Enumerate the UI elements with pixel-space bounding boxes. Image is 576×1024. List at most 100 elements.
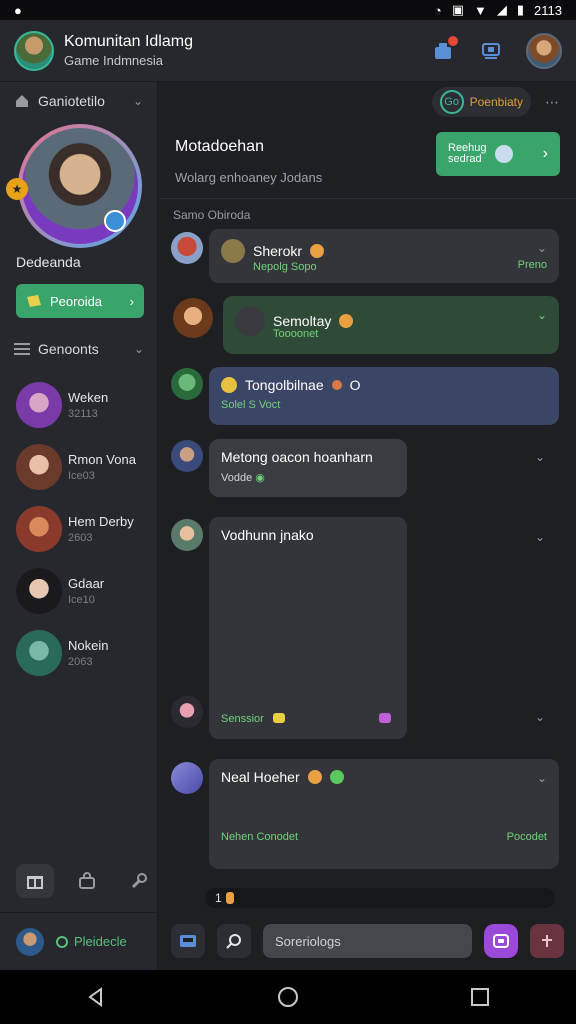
status-left-icon: ● <box>14 2 22 18</box>
camera-icon <box>493 934 509 948</box>
user-avatar[interactable] <box>526 32 562 69</box>
conversation-toolbar: Go Poenbiaty ⋯ <box>159 82 576 122</box>
message-avatar[interactable] <box>171 368 203 400</box>
search-icon <box>226 934 241 949</box>
messages-section-label: Samo Obiroda <box>173 208 251 222</box>
chevron-down-icon: ⌄ <box>535 450 546 464</box>
message-title: Semoltay <box>273 313 332 329</box>
server-selector[interactable]: Ganiotetilo ⌄ <box>0 82 157 120</box>
chevron-right-icon: › <box>542 145 548 162</box>
ticket-icon <box>27 295 41 307</box>
coin-icon: ◉ <box>255 472 265 484</box>
app-header: Komunitan Idlamg Game Indmnesia <box>0 20 576 82</box>
message-input[interactable]: Soreriologs <box>263 924 472 958</box>
contact-item[interactable]: Hem Derby 2603 <box>0 498 158 560</box>
message-bubble[interactable]: Sherokr Nepolg Sopo ⌄ Preno <box>209 229 559 283</box>
back-icon[interactable] <box>85 986 107 1008</box>
message-bubble[interactable]: Tongolbilnae O Solel S Voct <box>209 367 559 425</box>
contact-meta: 2063 <box>68 656 93 668</box>
cta-button[interactable]: Reehug sedrad › <box>436 132 560 176</box>
emoji-icon <box>221 377 237 393</box>
more-icon[interactable]: ⋯ <box>545 94 560 111</box>
composer: 1 Soreriologs <box>159 888 576 970</box>
image-icon <box>180 935 196 947</box>
draft-strip[interactable]: 1 <box>205 888 555 908</box>
contact-avatar <box>16 444 62 490</box>
home-icon[interactable] <box>277 986 299 1008</box>
search-button[interactable] <box>217 924 251 958</box>
sidebar-action-button[interactable]: Peoroida › <box>16 284 144 318</box>
sidebar-tools <box>16 864 158 898</box>
sender-mini-avatar <box>221 239 245 263</box>
message-subtext: Nepolg Sopo <box>253 261 317 273</box>
profile-name: Dedeanda <box>16 254 81 270</box>
contact-item[interactable]: Nokein 2063 <box>0 622 158 684</box>
message-title-suffix: O <box>349 377 361 393</box>
home-icon <box>16 95 28 107</box>
cast-button[interactable] <box>478 38 504 64</box>
store-button[interactable] <box>68 864 106 898</box>
contact-item[interactable]: Weken 32113 <box>0 374 158 436</box>
sidebar-footer[interactable]: Pleidecle <box>0 912 158 970</box>
message-bubble[interactable]: Semoltay Toooonet ⌄ <box>223 296 559 354</box>
battery-icon: ▮ <box>516 2 525 17</box>
notifications-button[interactable] <box>430 35 458 64</box>
nfc-icon: ▣ <box>451 2 464 17</box>
emoji-icon <box>379 713 391 723</box>
game-icon: Go <box>439 90 464 114</box>
contact-avatar <box>16 630 62 676</box>
community-avatar[interactable] <box>14 30 54 71</box>
wifi-icon: ▼ <box>474 2 487 18</box>
contacts-section-header[interactable]: Genoonts ⌄ <box>0 330 158 368</box>
message-avatar[interactable] <box>171 762 203 794</box>
top-pill-button[interactable]: Go Poenbiaty <box>431 87 531 117</box>
contact-avatar <box>16 506 62 552</box>
contact-item[interactable]: Gdaar Ice10 <box>0 560 158 622</box>
message-avatar[interactable] <box>171 232 203 264</box>
message-avatar[interactable] <box>171 440 203 472</box>
signal-icon: ◢ <box>496 2 507 17</box>
message-bubble[interactable]: Neal Hoeher Nehen Conodet ⌄ Pocodet <box>209 759 559 869</box>
conversation-title: Motadoehan <box>175 138 264 155</box>
gift-button[interactable] <box>16 864 54 898</box>
message-bubble[interactable]: Metong oacon hoanharn Vodde ◉ <box>209 439 407 497</box>
chevron-down-icon: ⌄ <box>133 342 144 356</box>
contact-name: Gdaar <box>68 576 105 591</box>
divider <box>159 198 576 199</box>
footer-avatar <box>16 927 44 956</box>
conversation-subtitle: Wolarg enhoaney Jodans <box>175 170 323 185</box>
top-pill-label: Poenbiaty <box>469 95 523 109</box>
message-bubble[interactable]: Vodhunn jnako Senssior <box>209 517 407 739</box>
profile-avatar-large[interactable] <box>18 124 142 248</box>
message-avatar[interactable] <box>171 696 203 728</box>
message-avatar[interactable] <box>173 298 213 338</box>
contact-item[interactable]: Rmon Vona Ice03 <box>0 436 158 498</box>
image-button[interactable] <box>171 924 205 958</box>
contact-avatar <box>16 568 62 614</box>
server-label: Ganiotetilo <box>38 93 105 109</box>
message-subtext: Nehen Conodet <box>221 831 299 843</box>
send-button[interactable] <box>530 924 564 958</box>
settings-button[interactable] <box>120 864 158 898</box>
verified-badge-icon <box>104 210 126 232</box>
contact-name: Hem Derby <box>68 514 134 529</box>
emoji-icon <box>225 892 234 904</box>
message-avatar[interactable] <box>171 519 203 551</box>
sender-mini-avatar <box>235 306 265 336</box>
emoji-icon <box>310 244 325 258</box>
gift-icon <box>27 876 43 889</box>
clock: 2113 <box>534 2 562 18</box>
contact-name: Weken <box>68 390 109 405</box>
wrench-icon <box>131 873 147 889</box>
community-subtitle: Game Indmnesia <box>64 53 163 68</box>
camera-button[interactable] <box>484 924 518 958</box>
chevron-down-icon: ⌄ <box>536 241 547 255</box>
cta-label: Reehug sedrad <box>448 142 487 165</box>
conversation-panel: Go Poenbiaty ⋯ Motadoehan Wolarg enhoane… <box>159 82 576 970</box>
emoji-icon <box>329 770 344 784</box>
emoji-icon <box>307 770 322 784</box>
message-subtext: Solel S Voct <box>221 399 281 411</box>
chevron-down-icon: ⌄ <box>536 771 547 785</box>
message-input-placeholder: Soreriologs <box>275 933 341 949</box>
recents-icon[interactable] <box>469 986 491 1008</box>
